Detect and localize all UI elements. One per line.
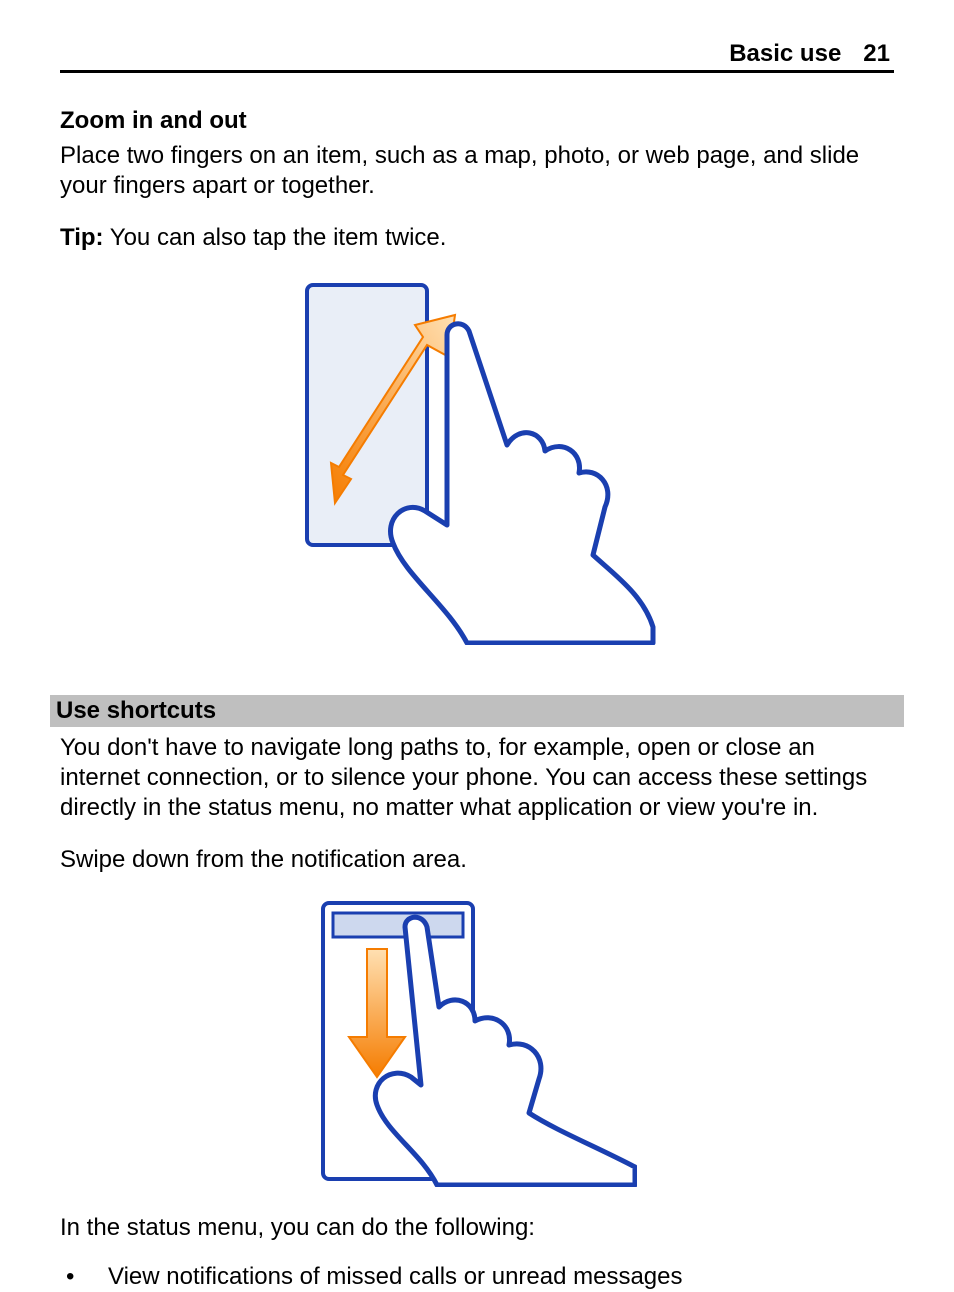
shortcuts-header: Use shortcuts: [50, 695, 904, 727]
shortcuts-lead: In the status menu, you can do the follo…: [60, 1213, 894, 1243]
zoom-tip: Tip: You can also tap the item twice.: [60, 223, 894, 253]
list-item: View notifications of missed calls or un…: [60, 1261, 894, 1292]
manual-page: Basic use 21 Zoom in and out Place two f…: [0, 0, 954, 1258]
swipe-down-illustration: [317, 897, 637, 1187]
shortcuts-swipe: Swipe down from the notification area.: [60, 845, 894, 875]
shortcuts-body: You don't have to navigate long paths to…: [60, 733, 894, 823]
header-section-title: Basic use: [729, 40, 841, 68]
shortcuts-bullets: View notifications of missed calls or un…: [60, 1261, 894, 1292]
tip-text: You can also tap the item twice.: [104, 224, 447, 251]
tip-label: Tip:: [60, 224, 104, 251]
pinch-zoom-illustration: [297, 275, 657, 645]
zoom-body: Place two fingers on an item, such as a …: [60, 141, 894, 201]
page-header: Basic use 21: [60, 40, 894, 73]
zoom-title: Zoom in and out: [60, 107, 894, 135]
header-page-number: 21: [863, 40, 890, 68]
